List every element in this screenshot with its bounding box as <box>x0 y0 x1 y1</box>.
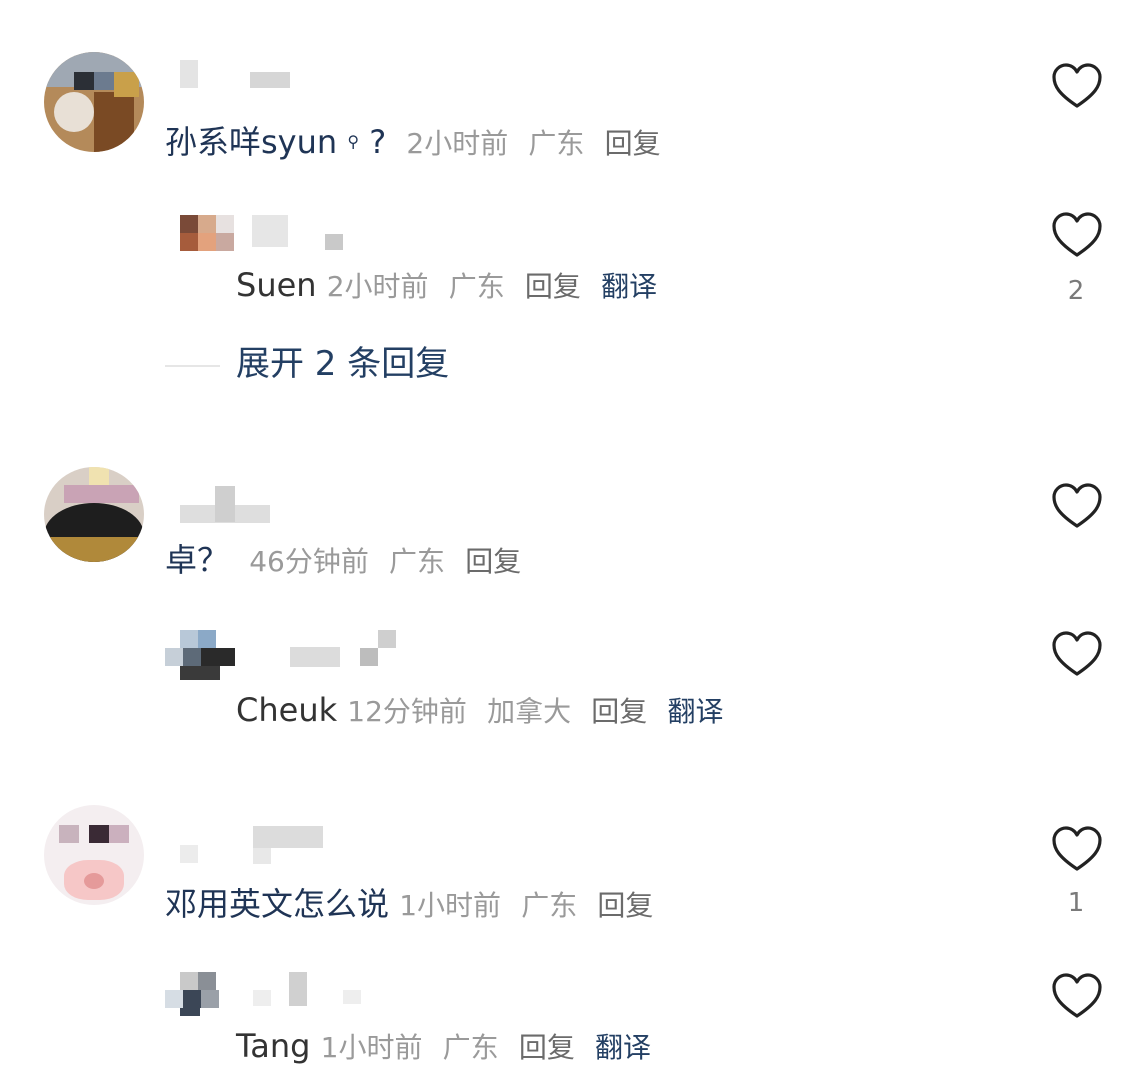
expand-replies-button[interactable]: 展开 2 条回复 <box>236 344 449 384</box>
comment-time: 2小时前 <box>406 127 509 160</box>
comment-body: 邓用英文怎么说 <box>165 885 390 923</box>
avatar[interactable] <box>44 805 144 905</box>
comment-body: 孙系咩syun <box>165 123 338 161</box>
avatar[interactable] <box>44 467 144 562</box>
comment-time: 46分钟前 <box>249 545 369 578</box>
reply-button[interactable]: 回复 <box>465 545 521 578</box>
heart-outline-icon[interactable] <box>1051 826 1103 872</box>
reply-button[interactable]: 回复 <box>605 127 661 160</box>
heart-outline-icon[interactable] <box>1051 483 1103 529</box>
comment-location: 广东 <box>521 889 578 922</box>
reply-time: 12分钟前 <box>347 695 467 728</box>
translate-button[interactable]: 翻译 <box>601 270 657 303</box>
translate-button[interactable]: 翻译 <box>667 695 723 728</box>
reply-body: Tang <box>236 1027 311 1065</box>
comment-location: 广东 <box>389 545 446 578</box>
heart-outline-icon[interactable] <box>1051 63 1103 109</box>
avatar[interactable] <box>165 215 235 253</box>
like-count: 2 <box>1067 276 1085 306</box>
heart-outline-icon[interactable] <box>1051 631 1103 677</box>
heart-outline-icon[interactable] <box>1051 973 1103 1019</box>
avatar[interactable] <box>165 630 235 680</box>
reply-button[interactable]: 回复 <box>591 695 647 728</box>
search-icon[interactable]: ⚲ <box>347 132 359 151</box>
reply-location: 广东 <box>442 1031 499 1064</box>
reply-body: Cheuk <box>236 691 338 729</box>
reply-text: Cheuk 12分钟前 加拿大 回复 翻译 <box>236 690 724 732</box>
divider <box>165 365 220 367</box>
like-count: 1 <box>1067 888 1085 918</box>
avatar[interactable] <box>165 972 235 1016</box>
heart-outline-icon[interactable] <box>1051 212 1103 258</box>
reply-text: Tang 1小时前 广东 回复 翻译 <box>236 1026 651 1068</box>
comment-body: 卓？ <box>165 541 230 579</box>
reply-location: 广东 <box>448 270 505 303</box>
reply-location: 加拿大 <box>487 695 572 728</box>
comment-text: 孙系咩syun ⚲ ? 2小时前 广东 回复 <box>165 122 661 164</box>
comment-location: 广东 <box>528 127 585 160</box>
reply-text: Suen 2小时前 广东 回复 翻译 <box>236 265 657 307</box>
avatar[interactable] <box>44 52 144 152</box>
reply-button[interactable]: 回复 <box>525 270 581 303</box>
comment-text: 邓用英文怎么说 1小时前 广东 回复 <box>165 884 653 926</box>
reply-time: 1小时前 <box>320 1031 423 1064</box>
comment-extra: ? <box>369 123 387 161</box>
reply-body: Suen <box>236 266 317 304</box>
comment-text: 卓？ 46分钟前 广东 回复 <box>165 540 521 582</box>
reply-button[interactable]: 回复 <box>597 889 653 922</box>
translate-button[interactable]: 翻译 <box>595 1031 651 1064</box>
reply-button[interactable]: 回复 <box>519 1031 575 1064</box>
comment-time: 1小时前 <box>399 889 502 922</box>
reply-time: 2小时前 <box>326 270 429 303</box>
